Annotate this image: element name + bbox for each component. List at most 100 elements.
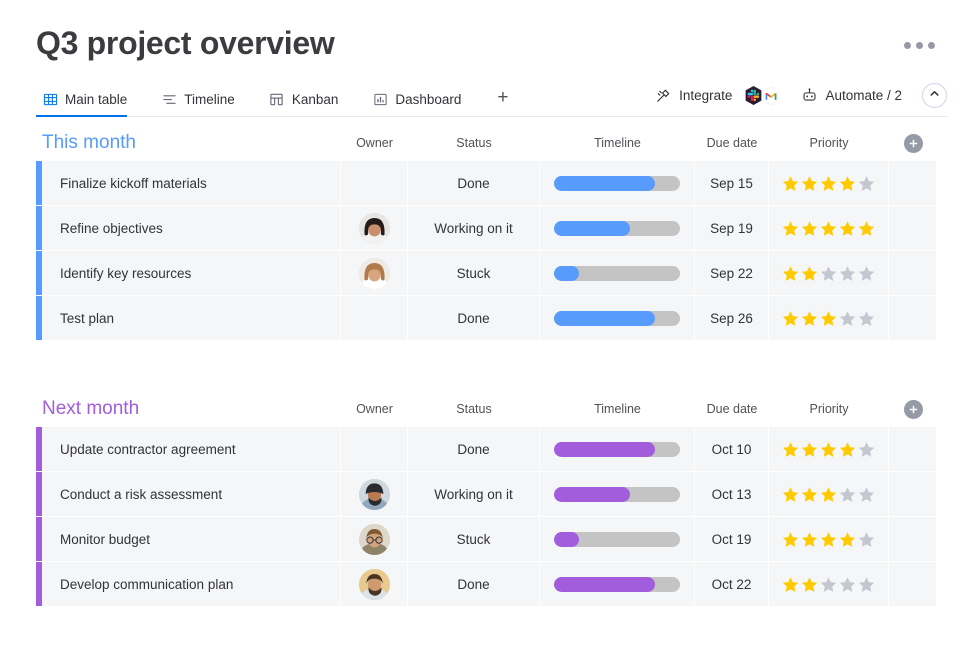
timeline-cell[interactable] [540, 296, 695, 340]
star-icon [801, 486, 818, 503]
star-icon [839, 265, 856, 282]
due-date-cell[interactable]: Oct 22 [695, 562, 769, 606]
column-header-timeline[interactable]: Timeline [540, 392, 695, 426]
priority-cell[interactable] [769, 251, 889, 295]
owner-cell[interactable] [341, 562, 408, 606]
timeline-cell[interactable] [540, 427, 695, 471]
timeline-cell[interactable] [540, 206, 695, 250]
task-name[interactable]: Finalize kickoff materials [42, 161, 341, 205]
priority-cell[interactable] [769, 517, 889, 561]
column-header-status[interactable]: Status [408, 126, 540, 160]
timeline-cell[interactable] [540, 161, 695, 205]
column-header-owner[interactable]: Owner [341, 126, 408, 160]
table-icon [42, 91, 58, 107]
timeline-bar-fill [554, 487, 630, 502]
status-cell[interactable]: Stuck [408, 251, 540, 295]
timeline-cell[interactable] [540, 562, 695, 606]
owner-cell[interactable] [341, 472, 408, 516]
priority-cell[interactable] [769, 472, 889, 516]
status-cell[interactable]: Stuck [408, 517, 540, 561]
avatar-woman-glasses[interactable] [359, 524, 390, 555]
timeline-bar-fill [554, 311, 655, 326]
tab-main-table[interactable]: Main table [36, 91, 141, 116]
avatar-woman-light-hair[interactable] [359, 258, 390, 289]
status-cell[interactable]: Done [408, 296, 540, 340]
owner-cell[interactable] [341, 517, 408, 561]
due-date-cell[interactable]: Sep 19 [695, 206, 769, 250]
timeline-cell[interactable] [540, 251, 695, 295]
priority-cell[interactable] [769, 296, 889, 340]
integrate-icon [655, 87, 672, 104]
priority-cell[interactable] [769, 427, 889, 471]
priority-stars[interactable] [782, 265, 875, 282]
tab-timeline[interactable]: Timeline [155, 91, 249, 116]
task-name[interactable]: Develop communication plan [42, 562, 341, 606]
due-date-cell[interactable]: Sep 15 [695, 161, 769, 205]
table-row[interactable]: Identify key resources Stuck Sep 22 [36, 251, 937, 295]
add-column-button[interactable] [904, 400, 923, 419]
column-header-priority[interactable]: Priority [769, 392, 889, 426]
priority-stars[interactable] [782, 576, 875, 593]
more-options-button[interactable] [900, 38, 939, 53]
due-date-cell[interactable]: Oct 10 [695, 427, 769, 471]
integrate-button[interactable]: Integrate [645, 83, 791, 108]
owner-cell[interactable] [341, 427, 408, 471]
owner-cell[interactable] [341, 296, 408, 340]
priority-stars[interactable] [782, 175, 875, 192]
column-header-owner[interactable]: Owner [341, 392, 408, 426]
due-date-cell[interactable]: Oct 19 [695, 517, 769, 561]
due-date-cell[interactable]: Oct 13 [695, 472, 769, 516]
status-cell[interactable]: Done [408, 161, 540, 205]
column-header-priority[interactable]: Priority [769, 126, 889, 160]
priority-stars[interactable] [782, 220, 875, 237]
owner-cell[interactable] [341, 206, 408, 250]
timeline-icon [161, 91, 177, 107]
avatar-woman-dark-hair[interactable] [359, 213, 390, 244]
column-header-status[interactable]: Status [408, 392, 540, 426]
table-row[interactable]: Test plan Done Sep 26 [36, 296, 937, 340]
tab-kanban[interactable]: Kanban [263, 91, 353, 116]
task-name[interactable]: Test plan [42, 296, 341, 340]
status-cell[interactable]: Working on it [408, 472, 540, 516]
column-header-timeline[interactable]: Timeline [540, 126, 695, 160]
table-row[interactable]: Update contractor agreement Done Oct 10 [36, 427, 937, 471]
owner-cell[interactable] [341, 251, 408, 295]
add-view-button[interactable]: + [489, 88, 516, 116]
column-header-due-date[interactable]: Due date [695, 126, 769, 160]
board-header: Q3 project overview [36, 22, 947, 68]
priority-cell[interactable] [769, 562, 889, 606]
timeline-bar [554, 266, 680, 281]
priority-stars[interactable] [782, 486, 875, 503]
status-cell[interactable]: Done [408, 427, 540, 471]
status-cell[interactable]: Working on it [408, 206, 540, 250]
column-header-due-date[interactable]: Due date [695, 392, 769, 426]
table-row[interactable]: Conduct a risk assessment Working on it … [36, 472, 937, 516]
task-name[interactable]: Conduct a risk assessment [42, 472, 341, 516]
due-date-cell[interactable]: Sep 26 [695, 296, 769, 340]
task-name[interactable]: Refine objectives [42, 206, 341, 250]
task-name[interactable]: Update contractor agreement [42, 427, 341, 471]
table-row[interactable]: Refine objectives Working on it Sep 19 [36, 206, 937, 250]
avatar-man-turban-beard[interactable] [359, 479, 390, 510]
collapse-toolbar-button[interactable] [922, 83, 947, 108]
avatar-man-beard[interactable] [359, 569, 390, 600]
table-row[interactable]: Finalize kickoff materials Done Sep 15 [36, 161, 937, 205]
priority-stars[interactable] [782, 531, 875, 548]
automate-button[interactable]: Automate / 2 [791, 85, 912, 106]
priority-stars[interactable] [782, 441, 875, 458]
due-date-cell[interactable]: Sep 22 [695, 251, 769, 295]
status-cell[interactable]: Done [408, 562, 540, 606]
priority-cell[interactable] [769, 206, 889, 250]
timeline-bar [554, 221, 680, 236]
table-row[interactable]: Develop communication plan Done Oct 22 [36, 562, 937, 606]
task-name[interactable]: Identify key resources [42, 251, 341, 295]
table-row[interactable]: Monitor budget Stuck Oct 19 [36, 517, 937, 561]
task-name[interactable]: Monitor budget [42, 517, 341, 561]
add-column-button[interactable] [904, 134, 923, 153]
timeline-cell[interactable] [540, 472, 695, 516]
priority-cell[interactable] [769, 161, 889, 205]
owner-cell[interactable] [341, 161, 408, 205]
tab-dashboard[interactable]: Dashboard [366, 91, 475, 116]
timeline-cell[interactable] [540, 517, 695, 561]
priority-stars[interactable] [782, 310, 875, 327]
